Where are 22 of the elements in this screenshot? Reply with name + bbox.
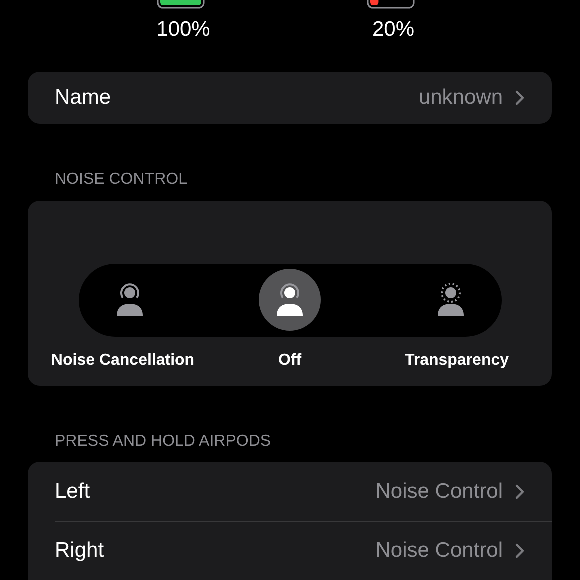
row-value: Noise Control bbox=[376, 478, 503, 505]
chevron-right-icon bbox=[515, 90, 525, 106]
mode-label: Off bbox=[277, 350, 303, 371]
chevron-right-icon bbox=[515, 543, 525, 559]
mode-label: Transparency bbox=[404, 350, 510, 371]
person-icon bbox=[436, 283, 464, 318]
section-header: PRESS AND HOLD AIRPODS bbox=[55, 432, 272, 452]
row-label: Left bbox=[55, 478, 90, 505]
settings-row[interactable]: Left Noise Control bbox=[55, 462, 552, 521]
row-label: Name bbox=[55, 85, 112, 112]
row-value: unknown bbox=[418, 85, 503, 112]
settings-row[interactable]: Right Noise Control bbox=[55, 521, 552, 580]
row-value: Noise Control bbox=[376, 538, 503, 564]
row-label: Right bbox=[55, 538, 104, 564]
battery-percentage: 20% bbox=[372, 17, 415, 43]
person-icon bbox=[276, 283, 304, 318]
mode-label: Noise Cancellation bbox=[50, 350, 196, 371]
battery-percentage: 100% bbox=[156, 17, 210, 43]
chevron-right-icon bbox=[515, 484, 525, 500]
name-row[interactable]: Name unknown bbox=[28, 72, 552, 124]
person-icon bbox=[116, 283, 144, 318]
section-header: NOISE CONTROL bbox=[55, 170, 188, 190]
